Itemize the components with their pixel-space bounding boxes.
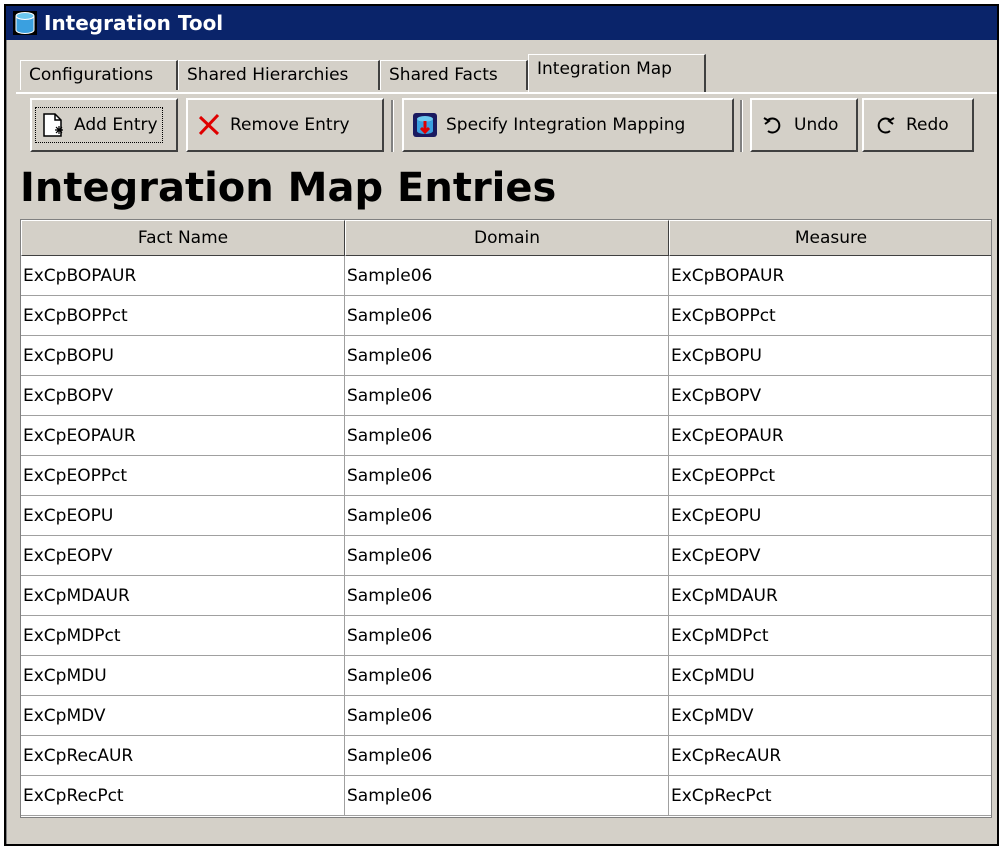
- page-title: Integration Map Entries: [20, 165, 557, 211]
- add-document-icon: [43, 113, 63, 137]
- cell-domain[interactable]: Sample06: [345, 336, 669, 376]
- table-row[interactable]: ExCpMDAUR Sample06 ExCpMDAUR: [21, 576, 991, 616]
- column-header-label: Domain: [474, 228, 540, 248]
- cell-fact-name[interactable]: ExCpMDAUR: [21, 576, 345, 616]
- undo-button[interactable]: Undo: [750, 98, 858, 152]
- cell-measure[interactable]: ExCpEOPV: [669, 536, 991, 576]
- table-row[interactable]: ExCpBOPV Sample06 ExCpBOPV: [21, 376, 991, 416]
- cell-fact-name[interactable]: ExCpBOPPct: [21, 296, 345, 336]
- specify-integration-mapping-button[interactable]: Specify Integration Mapping: [402, 98, 734, 152]
- add-entry-label: Add Entry: [74, 115, 158, 135]
- undo-label: Undo: [794, 115, 839, 135]
- cell-fact-name[interactable]: ExCpBOPAUR: [21, 256, 345, 296]
- integration-mapping-icon: [413, 113, 437, 137]
- status-strip: [20, 817, 992, 838]
- cell-measure[interactable]: ExCpMDAUR: [669, 576, 991, 616]
- cell-measure[interactable]: ExCpBOPPct: [669, 296, 991, 336]
- cell-fact-name[interactable]: ExCpMDV: [21, 696, 345, 736]
- redo-button[interactable]: Redo: [862, 98, 974, 152]
- tab-label: Integration Map: [537, 59, 672, 79]
- tab-label: Shared Facts: [389, 65, 498, 85]
- table-row[interactable]: ExCpEOPPct Sample06 ExCpEOPPct: [21, 456, 991, 496]
- table-row[interactable]: ExCpMDPct Sample06 ExCpMDPct: [21, 616, 991, 656]
- database-icon: [13, 11, 37, 35]
- tab-divider: [16, 92, 997, 94]
- tab-shared-hierarchies[interactable]: Shared Hierarchies: [178, 60, 380, 90]
- cell-fact-name[interactable]: ExCpEOPAUR: [21, 416, 345, 456]
- cell-measure[interactable]: ExCpBOPAUR: [669, 256, 991, 296]
- tab-shared-facts[interactable]: Shared Facts: [380, 60, 528, 90]
- cell-fact-name[interactable]: ExCpEOPPct: [21, 456, 345, 496]
- cell-domain[interactable]: Sample06: [345, 536, 669, 576]
- cell-domain[interactable]: Sample06: [345, 576, 669, 616]
- toolbar-separator: [391, 100, 394, 152]
- remove-entry-label: Remove Entry: [230, 115, 350, 135]
- cell-measure[interactable]: ExCpEOPPct: [669, 456, 991, 496]
- table-row[interactable]: ExCpEOPV Sample06 ExCpEOPV: [21, 536, 991, 576]
- title-bar: Integration Tool: [6, 6, 997, 40]
- cell-fact-name[interactable]: ExCpEOPU: [21, 496, 345, 536]
- cell-fact-name[interactable]: ExCpBOPU: [21, 336, 345, 376]
- cell-domain[interactable]: Sample06: [345, 376, 669, 416]
- tab-integration-map[interactable]: Integration Map: [528, 54, 706, 92]
- cell-measure[interactable]: ExCpBOPU: [669, 336, 991, 376]
- column-header-label: Fact Name: [137, 228, 229, 248]
- table-row[interactable]: ExCpEOPAUR Sample06 ExCpEOPAUR: [21, 416, 991, 456]
- column-header-domain[interactable]: Domain: [345, 220, 669, 256]
- cell-measure[interactable]: ExCpEOPU: [669, 496, 991, 536]
- window-title: Integration Tool: [44, 11, 224, 35]
- cell-domain[interactable]: Sample06: [345, 656, 669, 696]
- table-row[interactable]: ExCpEOPU Sample06 ExCpEOPU: [21, 496, 991, 536]
- column-header-fact-name[interactable]: Fact Name: [21, 220, 345, 256]
- cell-domain[interactable]: Sample06: [345, 256, 669, 296]
- table-row[interactable]: ExCpBOPAUR Sample06 ExCpBOPAUR: [21, 256, 991, 296]
- undo-icon: [763, 117, 781, 134]
- cell-domain[interactable]: Sample06: [345, 696, 669, 736]
- table-row[interactable]: ExCpRecPct Sample06 ExCpRecPct: [21, 776, 991, 816]
- cell-fact-name[interactable]: ExCpBOPV: [21, 376, 345, 416]
- cell-fact-name[interactable]: ExCpEOPV: [21, 536, 345, 576]
- cell-domain[interactable]: Sample06: [345, 496, 669, 536]
- cell-measure[interactable]: ExCpBOPV: [669, 376, 991, 416]
- cell-measure[interactable]: ExCpRecAUR: [669, 736, 991, 776]
- add-entry-button[interactable]: Add Entry: [30, 98, 178, 152]
- cell-domain[interactable]: Sample06: [345, 416, 669, 456]
- cell-fact-name[interactable]: ExCpMDU: [21, 656, 345, 696]
- remove-entry-button[interactable]: Remove Entry: [186, 98, 384, 152]
- entries-table: Fact Name Domain Measure ExCpBOPAUR Samp…: [20, 219, 992, 831]
- table-row[interactable]: ExCpBOPPct Sample06 ExCpBOPPct: [21, 296, 991, 336]
- table-row[interactable]: ExCpMDU Sample06 ExCpMDU: [21, 656, 991, 696]
- cell-domain[interactable]: Sample06: [345, 736, 669, 776]
- redo-label: Redo: [906, 115, 949, 135]
- cell-domain[interactable]: Sample06: [345, 776, 669, 816]
- cell-fact-name[interactable]: ExCpRecPct: [21, 776, 345, 816]
- cell-measure[interactable]: ExCpMDV: [669, 696, 991, 736]
- tab-label: Shared Hierarchies: [187, 65, 349, 85]
- tab-configurations[interactable]: Configurations: [20, 60, 178, 90]
- cell-measure[interactable]: ExCpEOPAUR: [669, 416, 991, 456]
- cell-domain[interactable]: Sample06: [345, 456, 669, 496]
- tab-label: Configurations: [29, 65, 154, 85]
- cell-fact-name[interactable]: ExCpRecAUR: [21, 736, 345, 776]
- remove-x-icon: [198, 113, 220, 136]
- cell-measure[interactable]: ExCpRecPct: [669, 776, 991, 816]
- table-row[interactable]: ExCpMDV Sample06 ExCpMDV: [21, 696, 991, 736]
- column-header-label: Measure: [794, 228, 868, 248]
- specify-mapping-label: Specify Integration Mapping: [446, 115, 686, 135]
- cell-measure[interactable]: ExCpMDPct: [669, 616, 991, 656]
- cell-measure[interactable]: ExCpMDU: [669, 656, 991, 696]
- redo-icon: [877, 117, 895, 134]
- table-row[interactable]: ExCpRecAUR Sample06 ExCpRecAUR: [21, 736, 991, 776]
- toolbar-separator: [740, 100, 743, 152]
- cell-fact-name[interactable]: ExCpMDPct: [21, 616, 345, 656]
- cell-domain[interactable]: Sample06: [345, 616, 669, 656]
- cell-domain[interactable]: Sample06: [345, 296, 669, 336]
- table-row[interactable]: ExCpBOPU Sample06 ExCpBOPU: [21, 336, 991, 376]
- column-header-measure[interactable]: Measure: [669, 220, 991, 256]
